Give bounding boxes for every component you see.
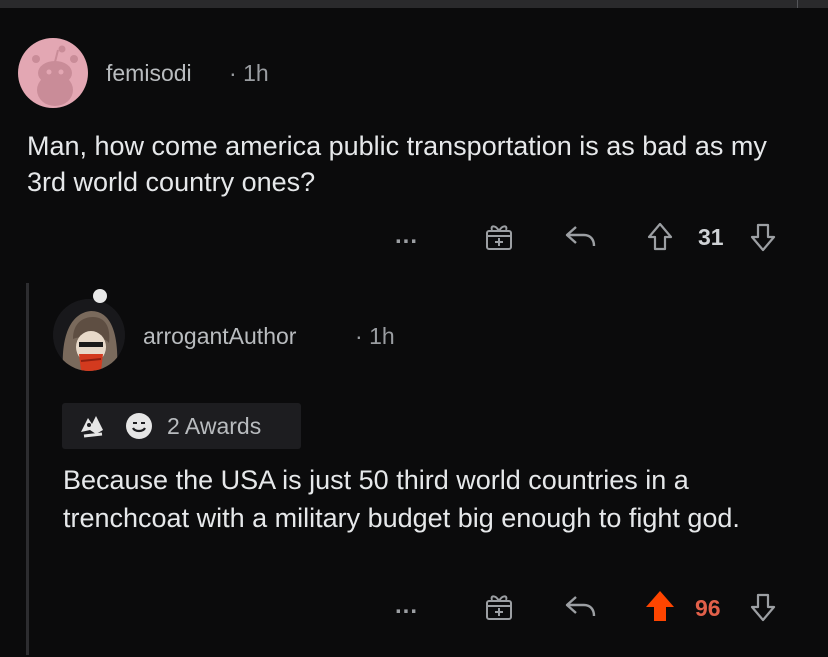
awards-badge[interactable]: 2 Awards: [62, 403, 301, 449]
upvote-icon[interactable]: [644, 589, 676, 625]
timestamp-value: 1h: [243, 60, 269, 86]
award-icon: [81, 416, 103, 438]
online-status-icon: [93, 289, 107, 303]
upvote-icon[interactable]: [646, 221, 674, 253]
vote-score: 31: [698, 224, 724, 250]
give-award-icon[interactable]: [483, 222, 515, 252]
awards-count: 2 Awards: [167, 413, 262, 439]
give-award-icon[interactable]: [483, 592, 515, 622]
comment-body: Man, how come america public transportat…: [27, 131, 767, 197]
reply-icon[interactable]: [564, 224, 598, 250]
reply-icon[interactable]: [564, 594, 598, 620]
wholesome-award-icon: [126, 413, 152, 439]
author-name[interactable]: arrogantAuthor: [143, 323, 296, 350]
top-strip: [0, 0, 828, 8]
more-options-button[interactable]: ...: [395, 222, 418, 250]
character-avatar-icon: [53, 299, 125, 371]
timestamp: · 1h: [229, 60, 269, 87]
downvote-icon[interactable]: [749, 591, 777, 623]
timestamp-value: 1h: [369, 323, 395, 349]
thread-line[interactable]: [26, 283, 29, 655]
snoo-avatar-icon: [32, 45, 78, 106]
vote-score: 96: [695, 595, 721, 621]
comment-body: Because the USA is just 50 third world c…: [63, 465, 740, 533]
more-options-button[interactable]: ...: [395, 592, 418, 620]
separator-dot: ·: [355, 323, 363, 349]
timestamp: · 1h: [355, 323, 395, 350]
avatar[interactable]: [18, 38, 88, 108]
downvote-icon[interactable]: [749, 221, 777, 253]
author-name[interactable]: femisodi: [106, 60, 192, 87]
top-strip-divider: [797, 0, 798, 8]
avatar[interactable]: [53, 299, 125, 371]
separator-dot: ·: [229, 60, 237, 86]
